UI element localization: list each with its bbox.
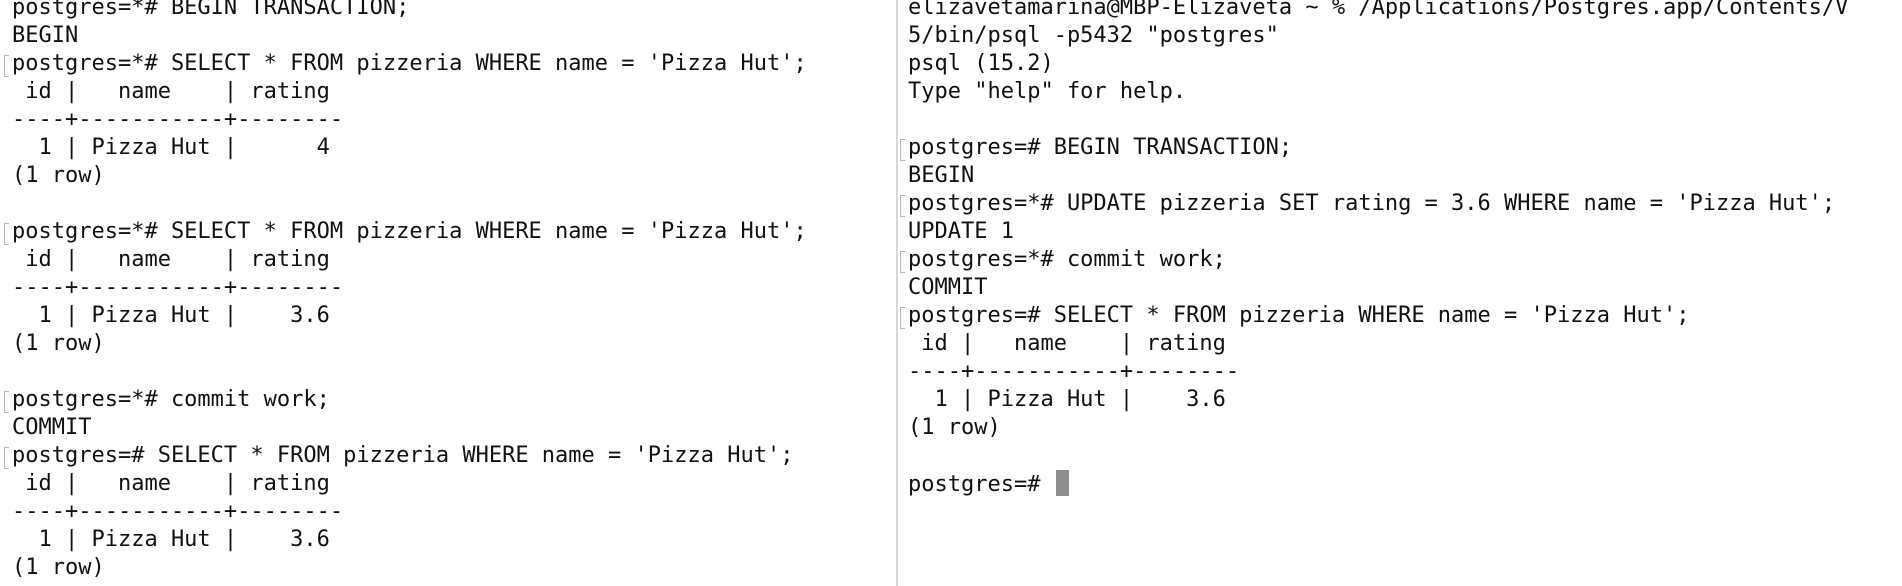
terminal-line: ----+-----------+--------	[12, 499, 344, 524]
terminal-line: postgres=# SELECT * FROM pizzeria WHERE …	[908, 302, 1848, 330]
terminal-line: postgres=*# commit work;	[12, 386, 807, 414]
command-prompt: postgres=#	[908, 472, 1054, 497]
terminal-line: id | name | rating	[12, 247, 330, 272]
terminal-line: id | name | rating	[12, 79, 330, 104]
terminal-line: 5/bin/psql -p5432 "postgres"	[908, 23, 1279, 48]
terminal-split-view: postgres=*# BEGIN TRANSACTION; BEGIN pos…	[0, 0, 1902, 586]
terminal-line: postgres=# SELECT * FROM pizzeria WHERE …	[12, 442, 807, 470]
terminal-input-line[interactable]: postgres=#	[908, 470, 1848, 498]
terminal-line: (1 row)	[12, 331, 105, 356]
terminal-line: ----+-----------+--------	[12, 107, 344, 132]
terminal-line: psql (15.2)	[908, 51, 1054, 76]
terminal-line: (1 row)	[908, 415, 1001, 440]
terminal-line: 1 | Pizza Hut | 3.6	[908, 387, 1226, 412]
left-terminal-output: postgres=*# BEGIN TRANSACTION; BEGIN pos…	[12, 0, 807, 582]
terminal-line: 1 | Pizza Hut | 4	[12, 135, 330, 160]
terminal-line: BEGIN	[908, 163, 975, 188]
terminal-line: Type "help" for help.	[908, 79, 1187, 104]
terminal-line: postgres=*# UPDATE pizzeria SET rating =…	[908, 190, 1848, 218]
left-terminal-pane[interactable]: postgres=*# BEGIN TRANSACTION; BEGIN pos…	[0, 0, 896, 586]
terminal-line: ----+-----------+--------	[908, 359, 1240, 384]
terminal-line: ----+-----------+--------	[12, 275, 344, 300]
terminal-line: BEGIN	[12, 23, 79, 48]
terminal-line: postgres=*# commit work;	[908, 246, 1848, 274]
terminal-line: postgres=*# BEGIN TRANSACTION;	[12, 0, 410, 20]
terminal-line: postgres=*# SELECT * FROM pizzeria WHERE…	[12, 219, 807, 244]
terminal-line: postgres=# BEGIN TRANSACTION;	[908, 134, 1848, 162]
terminal-line: postgres=*# SELECT * FROM pizzeria WHERE…	[12, 51, 807, 76]
terminal-line: 1 | Pizza Hut | 3.6	[12, 527, 330, 552]
right-terminal-output: elizavetamarina@MBP-Elizaveta ~ % /Appli…	[908, 0, 1848, 498]
terminal-line: 1 | Pizza Hut | 3.6	[12, 303, 330, 328]
terminal-line: id | name | rating	[908, 331, 1226, 356]
terminal-line: id | name | rating	[12, 471, 330, 496]
terminal-line: COMMIT	[908, 275, 988, 300]
right-terminal-pane[interactable]: elizavetamarina@MBP-Elizaveta ~ % /Appli…	[898, 0, 1902, 586]
terminal-line: (1 row)	[12, 163, 105, 188]
terminal-line: UPDATE 1	[908, 219, 1014, 244]
terminal-line: (1 row)	[12, 555, 105, 580]
terminal-line: COMMIT	[12, 415, 92, 440]
text-cursor	[1055, 470, 1069, 496]
terminal-line: elizavetamarina@MBP-Elizaveta ~ % /Appli…	[908, 0, 1849, 20]
